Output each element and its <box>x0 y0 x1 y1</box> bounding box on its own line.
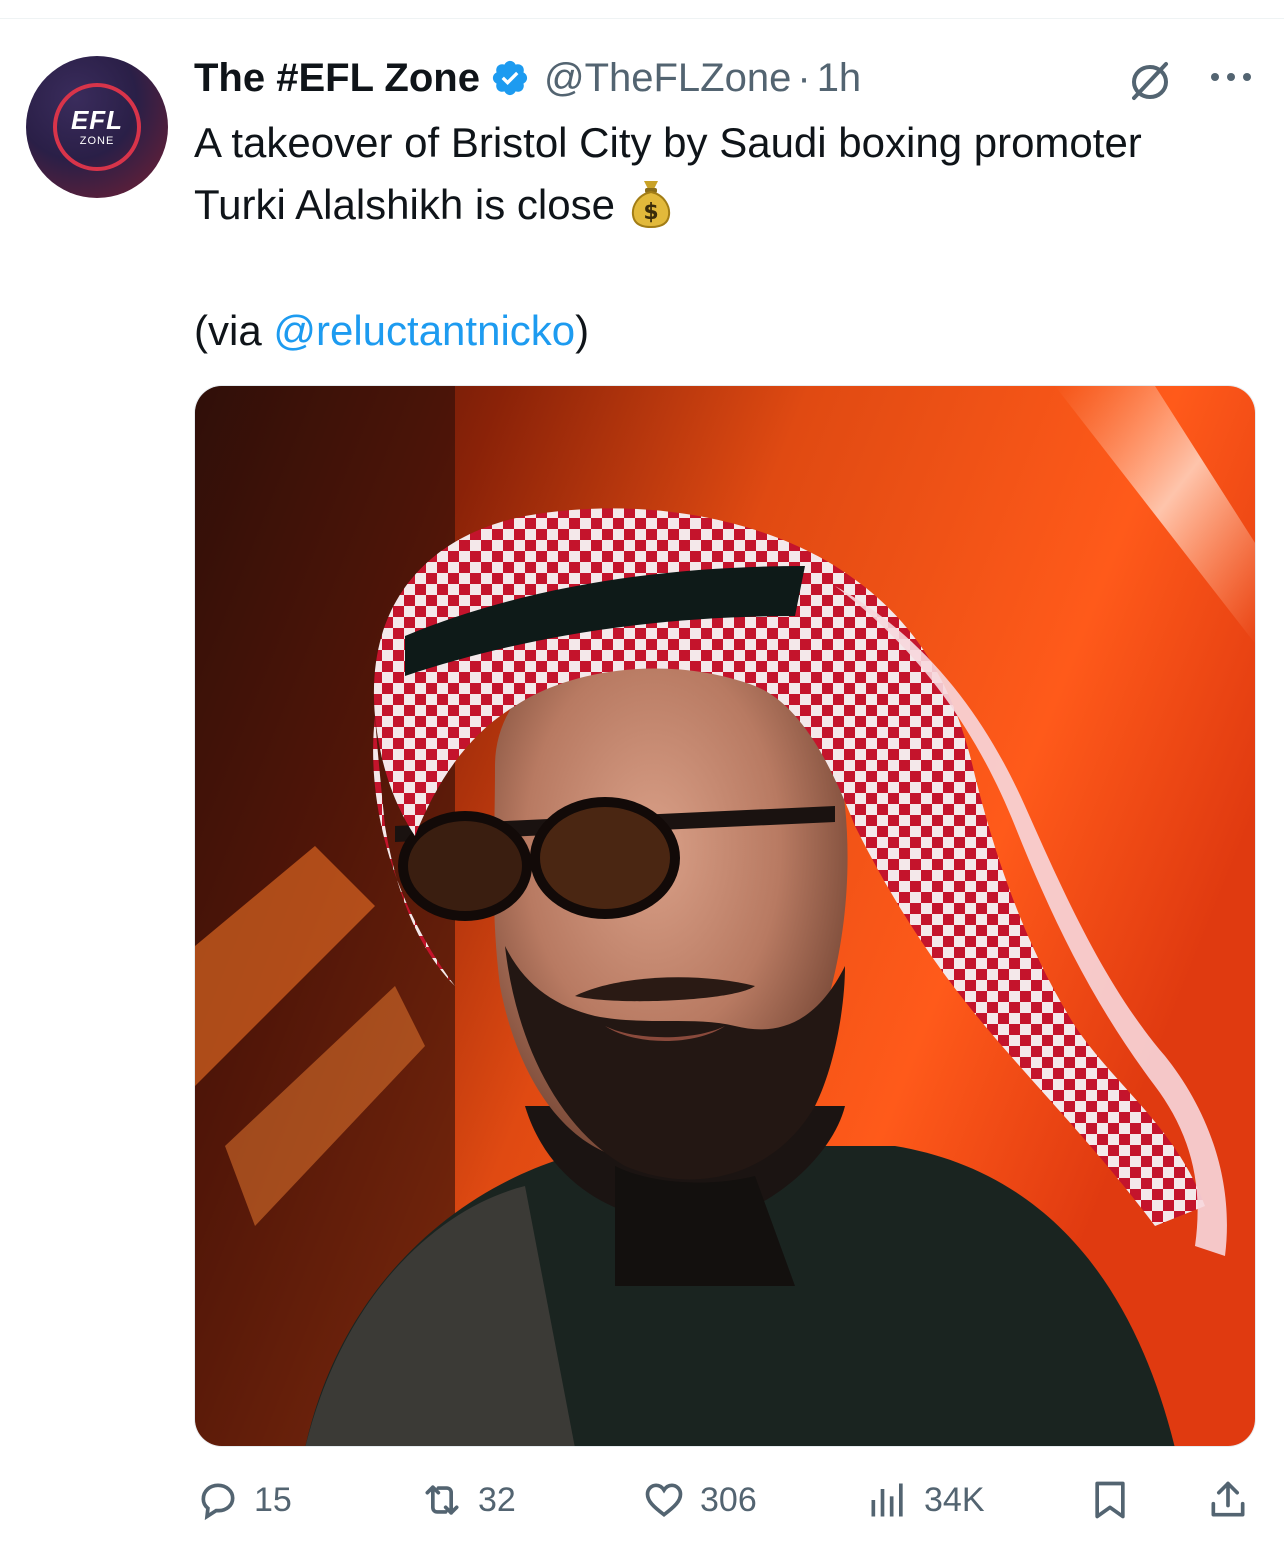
bookmark-icon <box>1095 1481 1125 1519</box>
tweet-header: The #EFL Zone @TheFLZone · 1h <box>194 52 861 104</box>
separator-dot: · <box>797 55 811 100</box>
grok-icon[interactable] <box>1126 56 1174 104</box>
via-line: (via @reluctantnicko) <box>194 300 589 362</box>
via-suffix: ) <box>575 307 590 354</box>
views-icon <box>871 1483 903 1517</box>
mention-link[interactable]: @reluctantnicko <box>273 307 575 354</box>
avatar-line1: EFL <box>70 105 124 135</box>
repost-button[interactable]: 32 <box>420 1470 516 1530</box>
tweet-photo[interactable] <box>194 385 1256 1447</box>
like-count: 306 <box>700 1480 757 1519</box>
author-handle[interactable]: @TheFLZone <box>544 56 791 101</box>
reply-count: 15 <box>254 1480 292 1519</box>
tweet-text: A takeover of Bristol City by Saudi boxi… <box>194 112 1244 236</box>
avatar[interactable]: EFL ZONE <box>26 56 168 198</box>
more-icon[interactable] <box>1208 62 1254 92</box>
display-name[interactable]: The #EFL Zone <box>194 56 480 101</box>
verified-badge-icon[interactable] <box>490 58 530 98</box>
like-button[interactable]: 306 <box>642 1470 757 1530</box>
heart-icon <box>645 1483 683 1517</box>
efl-zone-logo: EFL ZONE <box>53 83 141 171</box>
reply-icon <box>201 1483 235 1521</box>
svg-text:$: $ <box>643 200 658 225</box>
tweet-time[interactable]: 1h <box>817 56 862 101</box>
views-count: 34K <box>924 1480 985 1519</box>
tweet-actions: 15 32 306 34K <box>0 1470 1284 1530</box>
share-icon <box>1211 1481 1245 1517</box>
top-divider <box>0 18 1284 19</box>
avatar-line2: ZONE <box>79 135 115 147</box>
repost-count: 32 <box>478 1480 516 1519</box>
share-button[interactable] <box>1206 1470 1250 1530</box>
via-prefix: (via <box>194 307 274 354</box>
reply-button[interactable]: 15 <box>196 1470 292 1530</box>
money-bag-icon: $ <box>631 181 671 229</box>
views-button[interactable]: 34K <box>866 1470 985 1530</box>
photo-illustration <box>195 386 1255 1446</box>
repost-icon <box>425 1485 459 1515</box>
bookmark-button[interactable] <box>1088 1470 1132 1530</box>
